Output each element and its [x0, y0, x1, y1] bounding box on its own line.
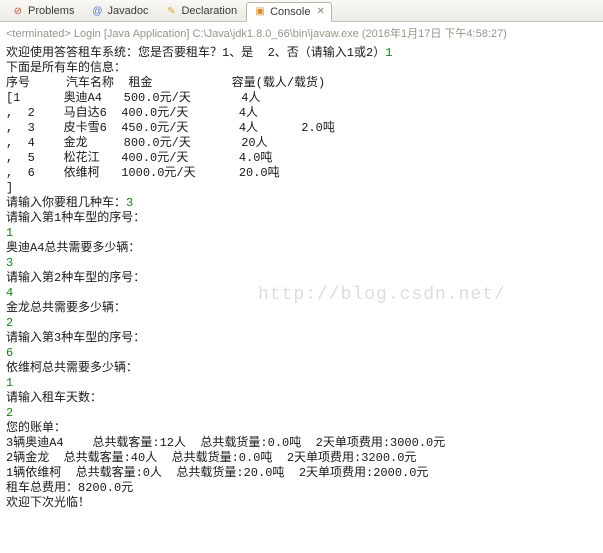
terminated-line: <terminated> Login [Java Application] C:…	[0, 22, 603, 44]
javadoc-icon: @	[90, 4, 104, 18]
tab-declaration[interactable]: ✎ Declaration	[157, 1, 244, 20]
console-line: 租车总费用：8200.0元	[6, 481, 597, 496]
console-line: 欢迎使用答答租车系统：您是否要租车？1、是 2、否（请输入1或2）1	[6, 46, 597, 61]
console-line: 请输入第3种车型的序号：	[6, 331, 597, 346]
user-input: 1	[6, 376, 13, 390]
console-line: 1	[6, 226, 597, 241]
console-icon: ▣	[253, 5, 267, 19]
console-line: 6	[6, 346, 597, 361]
console-line: ]	[6, 181, 597, 196]
user-input: 3	[6, 256, 13, 270]
user-input: 4	[6, 286, 13, 300]
user-input: 2	[6, 316, 13, 330]
console-line: 4	[6, 286, 597, 301]
console-line: 您的账单：	[6, 421, 597, 436]
tab-label: Declaration	[181, 5, 237, 17]
tab-bar: ⊘ Problems @ Javadoc ✎ Declaration ▣ Con…	[0, 0, 603, 22]
console-line: 依维柯总共需要多少辆：	[6, 361, 597, 376]
console-line: 请输入第2种车型的序号：	[6, 271, 597, 286]
tab-label: Javadoc	[107, 5, 148, 17]
console-line: 序号 汽车名称 租金 容量(载人/载货)	[6, 76, 597, 91]
console-line: 请输入第1种车型的序号：	[6, 211, 597, 226]
console-line: , 5 松花江 400.0元/天 4.0吨	[6, 151, 597, 166]
declaration-icon: ✎	[164, 4, 178, 18]
console-line: 1	[6, 376, 597, 391]
console-line: 2	[6, 406, 597, 421]
console-line: 欢迎下次光临！	[6, 496, 597, 511]
console-line: , 2 马自达6 400.0元/天 4人	[6, 106, 597, 121]
user-input: 1	[385, 46, 392, 60]
tab-label: Console	[270, 6, 310, 18]
console-line: 请输入租车天数：	[6, 391, 597, 406]
console-line: 金龙总共需要多少辆：	[6, 301, 597, 316]
console-line: , 6 依维柯 1000.0元/天 20.0吨	[6, 166, 597, 181]
console-line: 请输入你要租几种车：3	[6, 196, 597, 211]
tab-javadoc[interactable]: @ Javadoc	[83, 1, 155, 20]
console-line: 2	[6, 316, 597, 331]
console-line: 奥迪A4总共需要多少辆：	[6, 241, 597, 256]
console-line: 下面是所有车的信息：	[6, 61, 597, 76]
problems-icon: ⊘	[11, 4, 25, 18]
console-line: , 4 金龙 800.0元/天 20人	[6, 136, 597, 151]
console-line: [1 奥迪A4 500.0元/天 4人	[6, 91, 597, 106]
user-input: 2	[6, 406, 13, 420]
console-line: 3辆奥迪A4 总共载客量:12人 总共载货量:0.0吨 2天单项费用:3000.…	[6, 436, 597, 451]
console-line: 1辆依维柯 总共载客量:0人 总共载货量:20.0吨 2天单项费用:2000.0…	[6, 466, 597, 481]
user-input: 3	[126, 196, 133, 210]
console-output: 欢迎使用答答租车系统：您是否要租车？1、是 2、否（请输入1或2）1下面是所有车…	[0, 44, 603, 517]
tab-console[interactable]: ▣ Console ✕	[246, 2, 332, 22]
tab-label: Problems	[28, 5, 74, 17]
user-input: 6	[6, 346, 13, 360]
console-line: 3	[6, 256, 597, 271]
console-line: , 3 皮卡雪6 450.0元/天 4人 2.0吨	[6, 121, 597, 136]
user-input: 1	[6, 226, 13, 240]
console-line: 2辆金龙 总共载客量:40人 总共载货量:0.0吨 2天单项费用:3200.0元	[6, 451, 597, 466]
tab-problems[interactable]: ⊘ Problems	[4, 1, 81, 20]
close-icon[interactable]: ✕	[316, 6, 324, 17]
